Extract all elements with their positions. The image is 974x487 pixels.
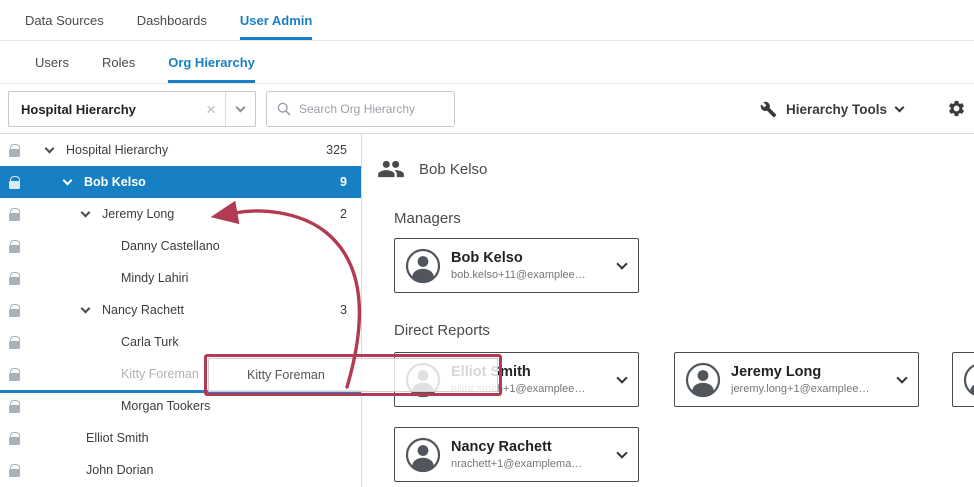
tree-row-bob-kelso[interactable]: Bob Kelso 9 (0, 166, 361, 198)
tab-label: Users (35, 55, 69, 70)
card-email: jeremy.long+1@examplee… (731, 383, 894, 395)
lock-icon[interactable] (0, 134, 28, 166)
tree-row-count: 9 (340, 175, 361, 189)
chevron-down-icon[interactable] (618, 446, 626, 464)
lock-icon[interactable] (0, 390, 28, 422)
tree-row-label: Carla Turk (121, 335, 179, 349)
nav-item-user-admin[interactable]: User Admin (240, 0, 312, 40)
tree-row-morgan-tookers[interactable]: Morgan Tookers (0, 390, 361, 422)
nav-label: Data Sources (25, 13, 104, 28)
detail-header: Bob Kelso (377, 155, 487, 183)
avatar (405, 437, 441, 473)
direct-report-card-nancy-rachett[interactable]: Nancy Rachett nrachett+1@examplema… (394, 427, 639, 482)
avatar (963, 362, 974, 398)
nav-item-data-sources[interactable]: Data Sources (25, 0, 104, 40)
lock-icon[interactable] (0, 358, 28, 390)
nav-label: Dashboards (137, 13, 207, 28)
chevron-down-icon[interactable] (898, 371, 906, 389)
hierarchy-tools-button[interactable]: Hierarchy Tools (760, 84, 903, 134)
chevron-down-icon[interactable] (618, 257, 626, 275)
lock-icon[interactable] (0, 422, 28, 454)
hierarchy-selector[interactable]: Hospital Hierarchy × (8, 91, 256, 127)
tab-roles[interactable]: Roles (102, 41, 135, 83)
chevron-down-icon[interactable] (618, 371, 626, 389)
tree-row-count: 325 (326, 143, 361, 157)
chevron-down-icon[interactable] (46, 143, 66, 157)
card-email: nrachett+1@examplema… (451, 458, 614, 470)
top-nav: Data Sources Dashboards User Admin (0, 0, 974, 41)
avatar (405, 248, 441, 284)
user-detail-panel: Bob Kelso Managers Bob Kelso bob.kelso+1… (362, 134, 974, 487)
managers-heading: Managers (394, 210, 461, 227)
tree-row-hospital-hierarchy[interactable]: Hospital Hierarchy 325 (0, 134, 361, 166)
tree-row-label: Jeremy Long (102, 207, 174, 221)
direct-report-card-partial[interactable] (952, 352, 974, 407)
direct-report-card-jeremy-long[interactable]: Jeremy Long jeremy.long+1@examplee… (674, 352, 919, 407)
lock-icon[interactable] (0, 294, 28, 326)
tree-row-elliot-smith[interactable]: Elliot Smith (0, 422, 361, 454)
org-tree-panel: Hospital Hierarchy 325 Bob Kelso 9 Jerem… (0, 134, 362, 487)
org-search-box (266, 91, 455, 127)
toolbar: Hospital Hierarchy × Hierarchy Tools (0, 84, 974, 134)
tree-row-label: Mindy Lahiri (121, 271, 188, 285)
tree-row-count: 3 (340, 303, 361, 317)
tree-row-nancy-rachett[interactable]: Nancy Rachett 3 (0, 294, 361, 326)
wrench-icon (760, 101, 777, 118)
lock-icon[interactable] (0, 198, 28, 230)
avatar (685, 362, 721, 398)
tree-row-label: Bob Kelso (84, 175, 146, 189)
drag-ghost[interactable]: Kitty Foreman (208, 358, 498, 392)
card-name: Jeremy Long (731, 364, 894, 380)
sub-nav: Users Roles Org Hierarchy (0, 41, 974, 84)
search-input[interactable] (299, 102, 454, 116)
card-email: bob.kelso+11@examplee… (451, 269, 614, 281)
tree-row-label: Kitty Foreman (121, 367, 199, 381)
hierarchy-tools-label: Hierarchy Tools (786, 102, 887, 117)
chevron-down-icon (896, 100, 903, 118)
tree-row-label: Morgan Tookers (121, 399, 210, 413)
tree-row-jeremy-long[interactable]: Jeremy Long 2 (0, 198, 361, 230)
lock-icon[interactable] (0, 166, 28, 198)
lock-icon[interactable] (0, 230, 28, 262)
card-name: Nancy Rachett (451, 439, 614, 455)
people-icon (377, 155, 405, 183)
tree-row-label: John Dorian (86, 463, 153, 477)
lock-icon[interactable] (0, 262, 28, 294)
tab-users[interactable]: Users (35, 41, 69, 83)
card-name: Bob Kelso (451, 250, 614, 266)
drag-ghost-label: Kitty Foreman (247, 368, 325, 382)
tree-row-label: Elliot Smith (86, 431, 149, 445)
search-icon (277, 102, 291, 116)
manager-card[interactable]: Bob Kelso bob.kelso+11@examplee… (394, 238, 639, 293)
tree-row-carla-turk[interactable]: Carla Turk (0, 326, 361, 358)
tab-label: Org Hierarchy (168, 55, 255, 70)
tree-row-john-dorian[interactable]: John Dorian (0, 454, 361, 486)
chevron-down-icon[interactable] (82, 207, 102, 221)
detail-title: Bob Kelso (419, 161, 487, 178)
lock-icon[interactable] (0, 326, 28, 358)
tree-row-label: Danny Castellano (121, 239, 220, 253)
chevron-down-icon[interactable] (82, 303, 102, 317)
gear-icon[interactable] (947, 99, 966, 118)
lock-icon[interactable] (0, 454, 28, 486)
chevron-down-icon[interactable] (226, 100, 255, 118)
nav-item-dashboards[interactable]: Dashboards (137, 0, 207, 40)
hierarchy-selector-value: Hospital Hierarchy (9, 102, 197, 117)
nav-label: User Admin (240, 13, 312, 28)
chevron-down-icon[interactable] (64, 175, 84, 189)
direct-reports-heading: Direct Reports (394, 322, 490, 339)
clear-icon[interactable]: × (197, 101, 225, 118)
tree-row-danny-castellano[interactable]: Danny Castellano (0, 230, 361, 262)
main-content: Hospital Hierarchy 325 Bob Kelso 9 Jerem… (0, 134, 974, 487)
tree-row-label: Hospital Hierarchy (66, 143, 168, 157)
tab-label: Roles (102, 55, 135, 70)
tree-row-label: Nancy Rachett (102, 303, 184, 317)
tab-org-hierarchy[interactable]: Org Hierarchy (168, 41, 255, 83)
tree-row-count: 2 (340, 207, 361, 221)
tree-row-mindy-lahiri[interactable]: Mindy Lahiri (0, 262, 361, 294)
